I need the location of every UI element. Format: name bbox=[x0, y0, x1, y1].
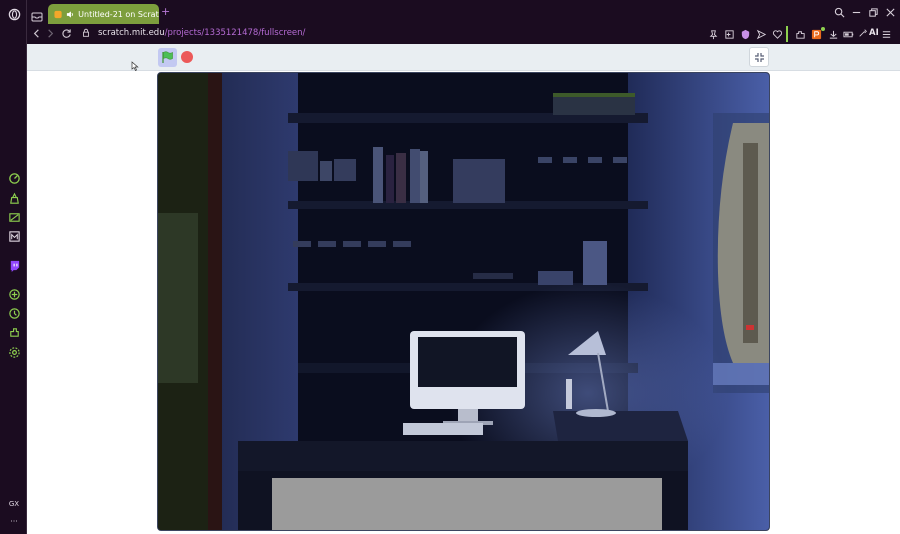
box-stack bbox=[453, 159, 505, 203]
scratch-stage[interactable] bbox=[157, 72, 770, 531]
page-content bbox=[27, 44, 900, 534]
download-icon[interactable] bbox=[827, 28, 839, 40]
search-icon[interactable] bbox=[833, 7, 845, 19]
scratch-favicon-icon bbox=[54, 10, 62, 18]
pin-icon[interactable] bbox=[707, 28, 719, 40]
desk bbox=[238, 441, 688, 473]
url-host: scratch.mit.edu bbox=[98, 28, 165, 38]
shield-icon[interactable] bbox=[739, 28, 751, 40]
exit-fullscreen-icon bbox=[754, 52, 764, 62]
ai-button[interactable]: AI bbox=[858, 28, 879, 38]
stage-scene bbox=[158, 73, 769, 530]
gx-label[interactable]: GX bbox=[4, 500, 24, 508]
send-icon[interactable] bbox=[755, 28, 767, 40]
stop-button[interactable] bbox=[181, 51, 193, 63]
history-icon[interactable] bbox=[7, 306, 21, 320]
close-icon[interactable] bbox=[884, 7, 896, 19]
restore-icon[interactable] bbox=[867, 7, 879, 19]
workspace-icon[interactable] bbox=[31, 7, 43, 22]
menu-icon[interactable] bbox=[880, 28, 892, 40]
mouse-cursor-icon bbox=[131, 56, 139, 71]
gx-store-icon[interactable] bbox=[7, 191, 21, 205]
lock-icon[interactable] bbox=[80, 28, 92, 40]
bookmark-icon[interactable] bbox=[723, 28, 735, 40]
tab-title: Untitled-21 on Scratch bbox=[78, 9, 159, 19]
tab-scratch[interactable]: Untitled-21 on Scratch bbox=[48, 4, 159, 24]
divider bbox=[786, 26, 788, 42]
speaker-icon[interactable] bbox=[66, 10, 74, 19]
browser-window: GX ··· Untitled-21 on Scratch + bbox=[0, 0, 900, 534]
minimize-icon[interactable] bbox=[850, 7, 862, 19]
exit-fullscreen-button[interactable] bbox=[749, 47, 769, 67]
add-icon[interactable] bbox=[7, 287, 21, 301]
forward-icon[interactable] bbox=[44, 28, 56, 40]
url-path: /projects/1335121478/fullscreen/ bbox=[164, 28, 306, 38]
green-flag-button[interactable] bbox=[158, 48, 177, 67]
new-tab-button[interactable]: + bbox=[161, 6, 170, 17]
sidebar: GX ··· bbox=[0, 0, 27, 534]
overlay-panel bbox=[272, 478, 662, 530]
twitch-icon[interactable] bbox=[7, 258, 21, 272]
address-bar: scratch.mit.edu/projects/1335121478/full… bbox=[27, 24, 900, 44]
heart-icon[interactable] bbox=[771, 28, 783, 40]
green-flag-icon bbox=[162, 51, 173, 63]
small-box bbox=[538, 271, 573, 285]
keyboard bbox=[403, 423, 483, 435]
scratch-stage-header bbox=[27, 44, 900, 71]
extension-puzzle-icon[interactable] bbox=[794, 28, 806, 40]
tab-bar: Untitled-21 on Scratch + bbox=[27, 0, 900, 24]
ai-label: AI bbox=[869, 28, 879, 38]
notification-dot bbox=[821, 27, 825, 31]
gx-corner-icon[interactable] bbox=[7, 210, 21, 224]
settings-icon[interactable] bbox=[7, 345, 21, 359]
sidebar-more-icon[interactable]: ··· bbox=[4, 518, 24, 526]
messenger-icon[interactable] bbox=[7, 229, 21, 243]
extensions-icon[interactable] bbox=[7, 325, 21, 339]
url-field[interactable]: scratch.mit.edu/projects/1335121478/full… bbox=[98, 28, 305, 38]
reload-icon[interactable] bbox=[60, 28, 72, 40]
battery-icon[interactable] bbox=[842, 28, 854, 40]
book bbox=[288, 151, 318, 181]
opera-logo-icon[interactable] bbox=[7, 7, 21, 21]
ai-sparkle-icon bbox=[859, 29, 867, 37]
speed-dial-icon[interactable] bbox=[7, 171, 21, 185]
back-icon[interactable] bbox=[30, 28, 42, 40]
